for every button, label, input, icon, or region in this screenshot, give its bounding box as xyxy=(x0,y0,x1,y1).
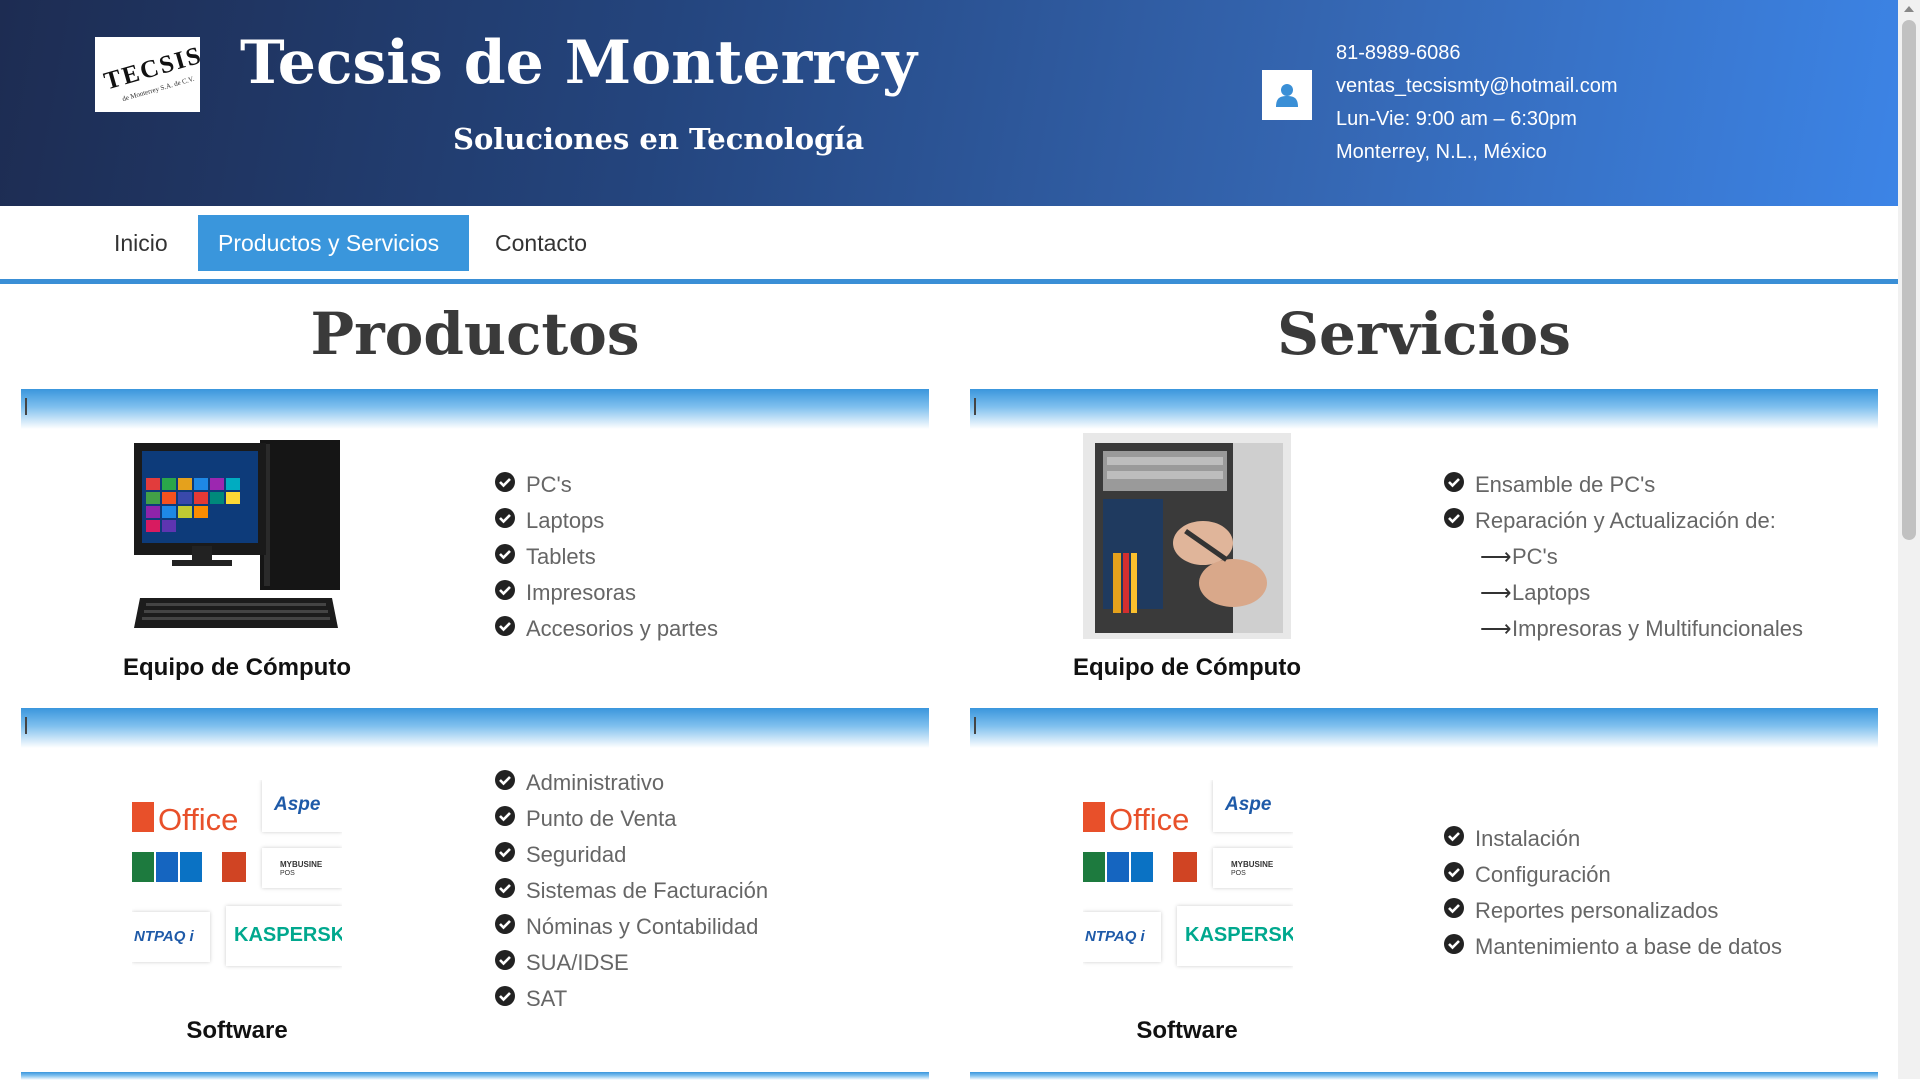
check-circle-icon xyxy=(495,878,515,898)
mybusiness-logo-text: MYBUSINE xyxy=(280,860,323,869)
check-circle-icon xyxy=(495,986,515,1006)
site-title: Tecsis de Monterrey xyxy=(240,28,917,98)
software-logos-image: Office Aspe MYBUSINE POS NTPAQ i KASPERS… xyxy=(132,780,342,970)
list-item: SUA/IDSE xyxy=(495,945,768,981)
contact-phone[interactable]: 81-8989-6086 xyxy=(1336,37,1618,70)
check-circle-icon xyxy=(495,580,515,600)
contpaqi-logo-text: NTPAQ i xyxy=(134,928,194,945)
nav-item-productos-y-servicios[interactable]: Productos y Servicios xyxy=(198,215,469,271)
user-icon xyxy=(1276,84,1298,107)
check-circle-icon xyxy=(495,472,515,492)
productos-software-list: Administrativo Punto de Venta Seguridad … xyxy=(495,765,768,1017)
section-band xyxy=(21,389,929,429)
check-circle-icon xyxy=(1444,898,1464,918)
list-item: Mantenimiento a base de datos xyxy=(1444,929,1782,965)
list-item: Ensamble de PC's xyxy=(1444,467,1803,503)
list-item: Reparación y Actualización de: xyxy=(1444,503,1803,539)
site-tagline: Soluciones en Tecnología xyxy=(453,122,865,156)
list-item: Reportes personalizados xyxy=(1444,893,1782,929)
kaspersky-logo-text: KASPERSKY xyxy=(1185,924,1293,946)
check-circle-icon xyxy=(1444,862,1464,882)
check-circle-icon xyxy=(495,508,515,528)
kaspersky-logo-text: KASPERSKY xyxy=(234,924,342,946)
servicios-software-list: Instalación Configuración Reportes perso… xyxy=(1444,821,1782,965)
list-item: Punto de Venta xyxy=(495,801,768,837)
productos-heading: Productos xyxy=(310,300,640,368)
section-band xyxy=(970,708,1878,748)
check-circle-icon xyxy=(1444,826,1464,846)
site-header: TECSIS de Monterrey S.A. de C.V. Tecsis … xyxy=(0,0,1898,206)
section-band xyxy=(970,389,1878,429)
list-item: Administrativo xyxy=(495,765,768,801)
list-subitem: ⟶ PC's xyxy=(1444,539,1803,575)
check-circle-icon xyxy=(1444,472,1464,492)
productos-software-caption: Software xyxy=(186,1017,288,1044)
check-circle-icon xyxy=(495,616,515,636)
computer-product-image xyxy=(132,438,342,634)
list-item: Accesorios y partes xyxy=(495,611,718,647)
contact-location: Monterrey, N.L., México xyxy=(1336,141,1547,163)
list-item: Impresoras xyxy=(495,575,718,611)
page-scrollbar[interactable] xyxy=(1898,0,1920,1079)
list-item: Configuración xyxy=(1444,857,1782,893)
list-subitem: ⟶ Impresoras y Multifuncionales xyxy=(1444,611,1803,647)
computer-repair-image xyxy=(1083,433,1291,639)
contact-email[interactable]: ventas_tecsismty@hotmail.com xyxy=(1336,70,1618,103)
section-band xyxy=(21,708,929,748)
office-icon xyxy=(132,802,154,832)
check-circle-icon xyxy=(495,770,515,790)
check-circle-icon xyxy=(495,950,515,970)
office-icon xyxy=(1083,802,1105,832)
servicios-software-caption: Software xyxy=(1136,1017,1238,1044)
check-circle-icon xyxy=(495,914,515,934)
list-item: SAT xyxy=(495,981,768,1017)
office-logo-text: Office xyxy=(158,802,239,837)
arrow-right-icon: ⟶ xyxy=(1480,616,1512,641)
aspel-logo-text: Aspe xyxy=(1225,794,1272,815)
office-logo-text: Office xyxy=(1109,802,1190,837)
list-item: Instalación xyxy=(1444,821,1782,857)
contact-hours: Lun-Vie: 9:00 am – 6:30pm xyxy=(1336,108,1577,130)
productos-equipo-list: PC's Laptops Tablets Impresoras Accesori… xyxy=(495,467,718,647)
nav-item-inicio[interactable]: Inicio xyxy=(94,215,188,271)
list-item: Tablets xyxy=(495,539,718,575)
aspel-logo-text: Aspe xyxy=(274,794,321,815)
scrollbar-thumb[interactable] xyxy=(1902,20,1916,540)
check-circle-icon xyxy=(495,842,515,862)
contpaqi-logo-text: NTPAQ i xyxy=(1085,928,1145,945)
contact-icon-box xyxy=(1262,70,1312,120)
servicios-equipo-caption: Equipo de Cómputo xyxy=(1073,654,1301,681)
check-circle-icon xyxy=(495,544,515,564)
mybusiness-logo-text: MYBUSINE xyxy=(1231,860,1274,869)
servicios-equipo-list: Ensamble de PC's Reparación y Actualizac… xyxy=(1444,467,1803,647)
check-circle-icon xyxy=(1444,508,1464,528)
servicios-heading: Servicios xyxy=(1277,300,1571,368)
arrow-right-icon: ⟶ xyxy=(1480,544,1512,569)
contact-info: 81-8989-6086 ventas_tecsismty@hotmail.co… xyxy=(1336,37,1618,169)
list-item: Laptops xyxy=(495,503,718,539)
nav-item-contacto[interactable]: Contacto xyxy=(475,215,607,271)
check-circle-icon xyxy=(495,806,515,826)
scroll-up-icon[interactable] xyxy=(1904,6,1914,12)
list-item: Seguridad xyxy=(495,837,768,873)
list-item: Nóminas y Contabilidad xyxy=(495,909,768,945)
site-logo[interactable]: TECSIS de Monterrey S.A. de C.V. xyxy=(95,37,200,112)
arrow-right-icon: ⟶ xyxy=(1480,580,1512,605)
list-item: Sistemas de Facturación xyxy=(495,873,768,909)
productos-equipo-caption: Equipo de Cómputo xyxy=(123,654,351,681)
check-circle-icon xyxy=(1444,934,1464,954)
list-subitem: ⟶ Laptops xyxy=(1444,575,1803,611)
list-item: PC's xyxy=(495,467,718,503)
nav-divider xyxy=(0,279,1898,284)
software-logos-image: Office Aspe MYBUSINE POS NTPAQ i KASPERS… xyxy=(1083,780,1293,970)
